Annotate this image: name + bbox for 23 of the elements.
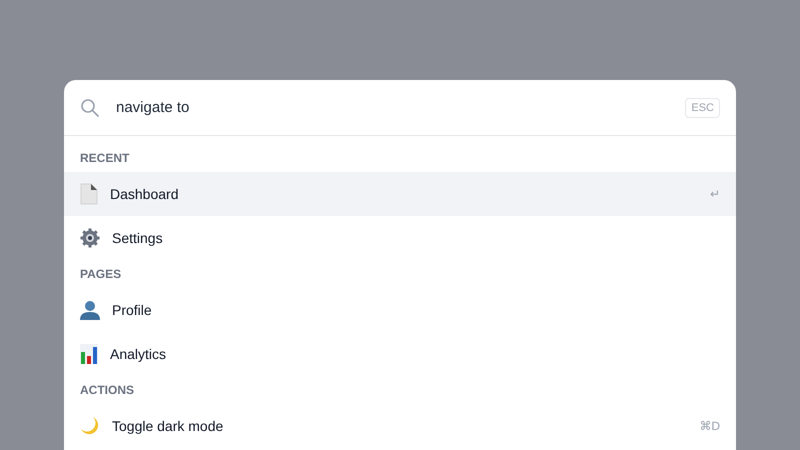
command-label: Analytics (110, 346, 168, 362)
bar-chart-icon (80, 344, 98, 364)
command-item[interactable]: Profile (64, 288, 736, 332)
command-item[interactable]: Dashboard ↵ (64, 172, 736, 216)
group-label: RECENT (79, 150, 130, 167)
shortcut-hint: ↵ (710, 187, 720, 201)
command-item[interactable]: Settings (64, 216, 736, 260)
moon-icon (80, 416, 100, 436)
group-label: ACTIONS (79, 382, 135, 399)
search-field[interactable]: navigate to (112, 99, 674, 116)
group-label: PAGES (79, 266, 122, 283)
command-item[interactable]: Toggle dark mode ⌘D (64, 404, 736, 448)
command-label: Toggle dark mode (112, 418, 224, 434)
command-label: Settings (112, 230, 164, 246)
shortcut-hint: ⌘D (699, 419, 720, 433)
command-label: Profile (112, 302, 153, 318)
command-label: Dashboard (110, 186, 180, 202)
command-item[interactable]: Analytics (64, 332, 736, 376)
gear-icon (80, 228, 100, 248)
search-icon (80, 98, 100, 118)
esc-key-hint: ESC (685, 98, 720, 118)
person-icon (80, 300, 100, 320)
document-icon (80, 183, 98, 205)
